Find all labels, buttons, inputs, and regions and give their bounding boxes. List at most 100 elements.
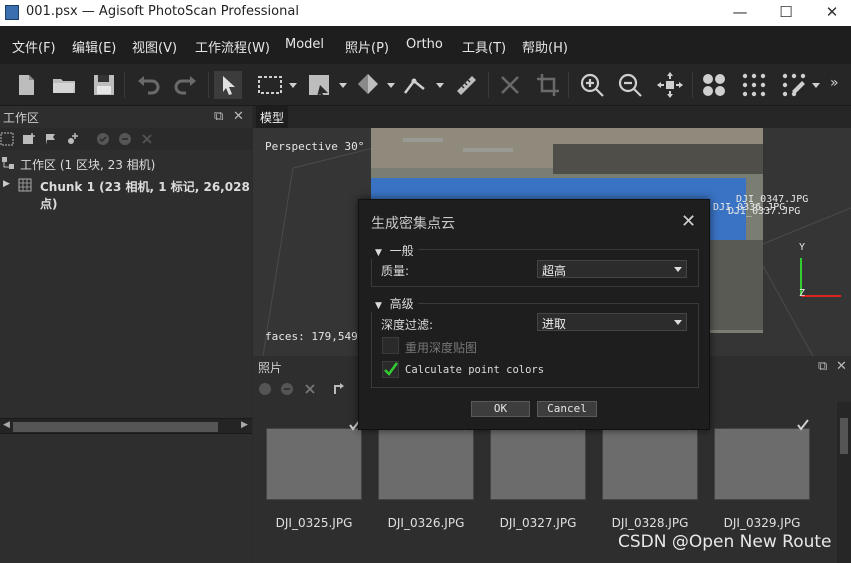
reuse-depth-label: 重用深度贴图 [405, 341, 478, 355]
collapse-arrow-icon[interactable]: ▼ [375, 301, 382, 311]
depth-filter-label: 深度过滤: [381, 318, 434, 332]
depth-filter-select[interactable]: 进取 [537, 313, 687, 331]
close-window-button[interactable]: ✕ [809, 0, 851, 26]
menu-view[interactable]: 视图(V) [132, 37, 177, 56]
toolbar-overflow-button[interactable]: » [830, 75, 839, 91]
photo-thumbnail[interactable] [266, 428, 362, 500]
ok-button[interactable]: OK [471, 401, 530, 417]
enable-icon[interactable] [96, 132, 110, 146]
remove-icon[interactable] [303, 382, 317, 396]
photo-thumbnail[interactable] [378, 428, 474, 500]
workspace-hscrollbar[interactable]: ◀ ▶ [0, 418, 252, 434]
tree-root-workspace[interactable]: 工作区 (1 区块, 23 相机) [0, 153, 252, 173]
delete-icon[interactable] [496, 71, 524, 99]
photos-vscrollbar[interactable] [837, 402, 851, 563]
save-icon[interactable] [90, 71, 118, 99]
add-chunk-icon[interactable] [0, 132, 14, 146]
add-marker-icon[interactable] [44, 132, 58, 146]
navigation-cursor-icon[interactable] [214, 71, 242, 99]
rotate-object-icon[interactable] [354, 71, 382, 99]
photos-title: 照片 [258, 361, 283, 375]
menu-model[interactable]: Model [285, 37, 324, 52]
add-photos-icon[interactable] [22, 132, 36, 146]
collapse-arrow-icon[interactable]: ▼ [375, 248, 382, 258]
float-panel-icon[interactable]: ⧉ [818, 359, 827, 374]
scroll-thumb[interactable] [840, 418, 848, 454]
build-dense-cloud-dialog: 生成密集点云 ✕ ▼ 一般 质量: 超高 ▼ 高级 深度过滤: 进取 重用深度贴… [358, 199, 710, 430]
camera-label: DJI_0337.JPG [728, 206, 801, 217]
advanced-group-legend: ▼ 高级 [371, 295, 418, 312]
zoom-in-icon[interactable] [578, 71, 606, 99]
axis-y-label: Y [799, 242, 806, 253]
dialog-title: 生成密集点云 [371, 216, 455, 232]
disable-icon[interactable] [280, 382, 294, 396]
photo-thumbnail[interactable] [602, 428, 698, 500]
ruler-draw-icon[interactable] [402, 71, 430, 99]
dialog-close-button[interactable]: ✕ [681, 211, 696, 232]
window-title: 001.psx — Agisoft PhotoScan Professional [26, 4, 299, 19]
watermark: CSDN @Open New Route [618, 532, 832, 552]
close-panel-icon[interactable]: ✕ [836, 359, 847, 374]
chunk-icon [18, 178, 32, 192]
quality-label: 质量: [381, 264, 410, 278]
tree-item-chunk-1[interactable]: ▶ Chunk 1 (23 相机, 1 标记, 26,028 点) [0, 175, 252, 211]
tab-model[interactable]: 模型 [256, 106, 289, 128]
crop-icon[interactable] [534, 71, 562, 99]
workspace-toolbar [0, 128, 252, 150]
float-panel-icon[interactable]: ⧉ [214, 109, 223, 124]
workspace-panel: 工作区 ⧉ ✕ 工作区 (1 区块, 23 相机) ▶ Chunk 1 (23 … [0, 106, 252, 563]
close-panel-icon[interactable]: ✕ [233, 109, 244, 124]
axis-z-label: Z [799, 288, 806, 299]
main-toolbar: » [0, 64, 851, 106]
calculate-colors-label: Calculate point colors [405, 364, 545, 376]
reuse-depth-checkbox[interactable] [382, 337, 399, 354]
point-view-icon[interactable] [700, 71, 728, 99]
workspace-root-label: 工作区 (1 区块, 23 相机) [20, 158, 156, 172]
minimize-button[interactable]: — [717, 0, 763, 26]
aligned-check-icon [797, 419, 809, 431]
menu-edit[interactable]: 编辑(E) [72, 37, 116, 56]
cancel-button[interactable]: Cancel [537, 401, 597, 417]
maximize-button[interactable]: ☐ [763, 0, 809, 26]
dropdown-arrow-icon [674, 320, 682, 325]
dense-cloud-icon[interactable] [740, 71, 768, 99]
add-shape-icon[interactable] [66, 132, 80, 146]
quality-select[interactable]: 超高 [537, 260, 687, 278]
workspace-header: 工作区 ⧉ ✕ [0, 106, 252, 128]
calculate-colors-checkbox[interactable] [382, 361, 399, 378]
new-document-icon[interactable] [12, 71, 40, 99]
undo-icon[interactable] [134, 71, 162, 99]
move-center-icon[interactable] [656, 71, 684, 99]
rotate-icon[interactable] [333, 382, 347, 396]
rectangle-selection-icon[interactable] [256, 71, 284, 99]
menu-tools[interactable]: 工具(T) [462, 37, 506, 56]
menu-help[interactable]: 帮助(H) [522, 37, 568, 56]
zoom-out-icon[interactable] [616, 71, 644, 99]
dropdown-arrow-icon [674, 267, 682, 272]
menu-file[interactable]: 文件(F) [12, 37, 56, 56]
measure-icon[interactable] [452, 71, 480, 99]
remove-icon[interactable] [140, 132, 154, 146]
scroll-left-icon[interactable]: ◀ [3, 420, 10, 430]
photo-thumbnail[interactable] [490, 428, 586, 500]
photo-thumbnail[interactable] [714, 428, 810, 500]
resize-region-icon[interactable] [306, 71, 334, 99]
scroll-thumb[interactable] [13, 422, 218, 432]
classify-icon[interactable] [780, 71, 808, 99]
enable-icon[interactable] [258, 382, 272, 396]
menu-workflow[interactable]: 工作流程(W) [195, 37, 270, 56]
redo-icon[interactable] [172, 71, 200, 99]
perspective-label: Perspective 30° [265, 140, 365, 153]
depth-filter-value: 进取 [542, 317, 567, 331]
photo-name: DJI_0328.JPG [611, 516, 689, 530]
expand-arrow-icon[interactable]: ▶ [3, 179, 10, 189]
faces-count: faces: 179,549 v [265, 330, 371, 343]
checkmark-icon [384, 362, 398, 376]
disable-icon[interactable] [118, 132, 132, 146]
scroll-right-icon[interactable]: ▶ [241, 420, 248, 430]
menu-ortho[interactable]: Ortho [406, 37, 443, 52]
workspace-title: 工作区 [3, 111, 40, 125]
photo-name: DJI_0325.JPG [275, 516, 353, 530]
open-folder-icon[interactable] [50, 71, 78, 99]
menu-photo[interactable]: 照片(P) [345, 37, 389, 56]
